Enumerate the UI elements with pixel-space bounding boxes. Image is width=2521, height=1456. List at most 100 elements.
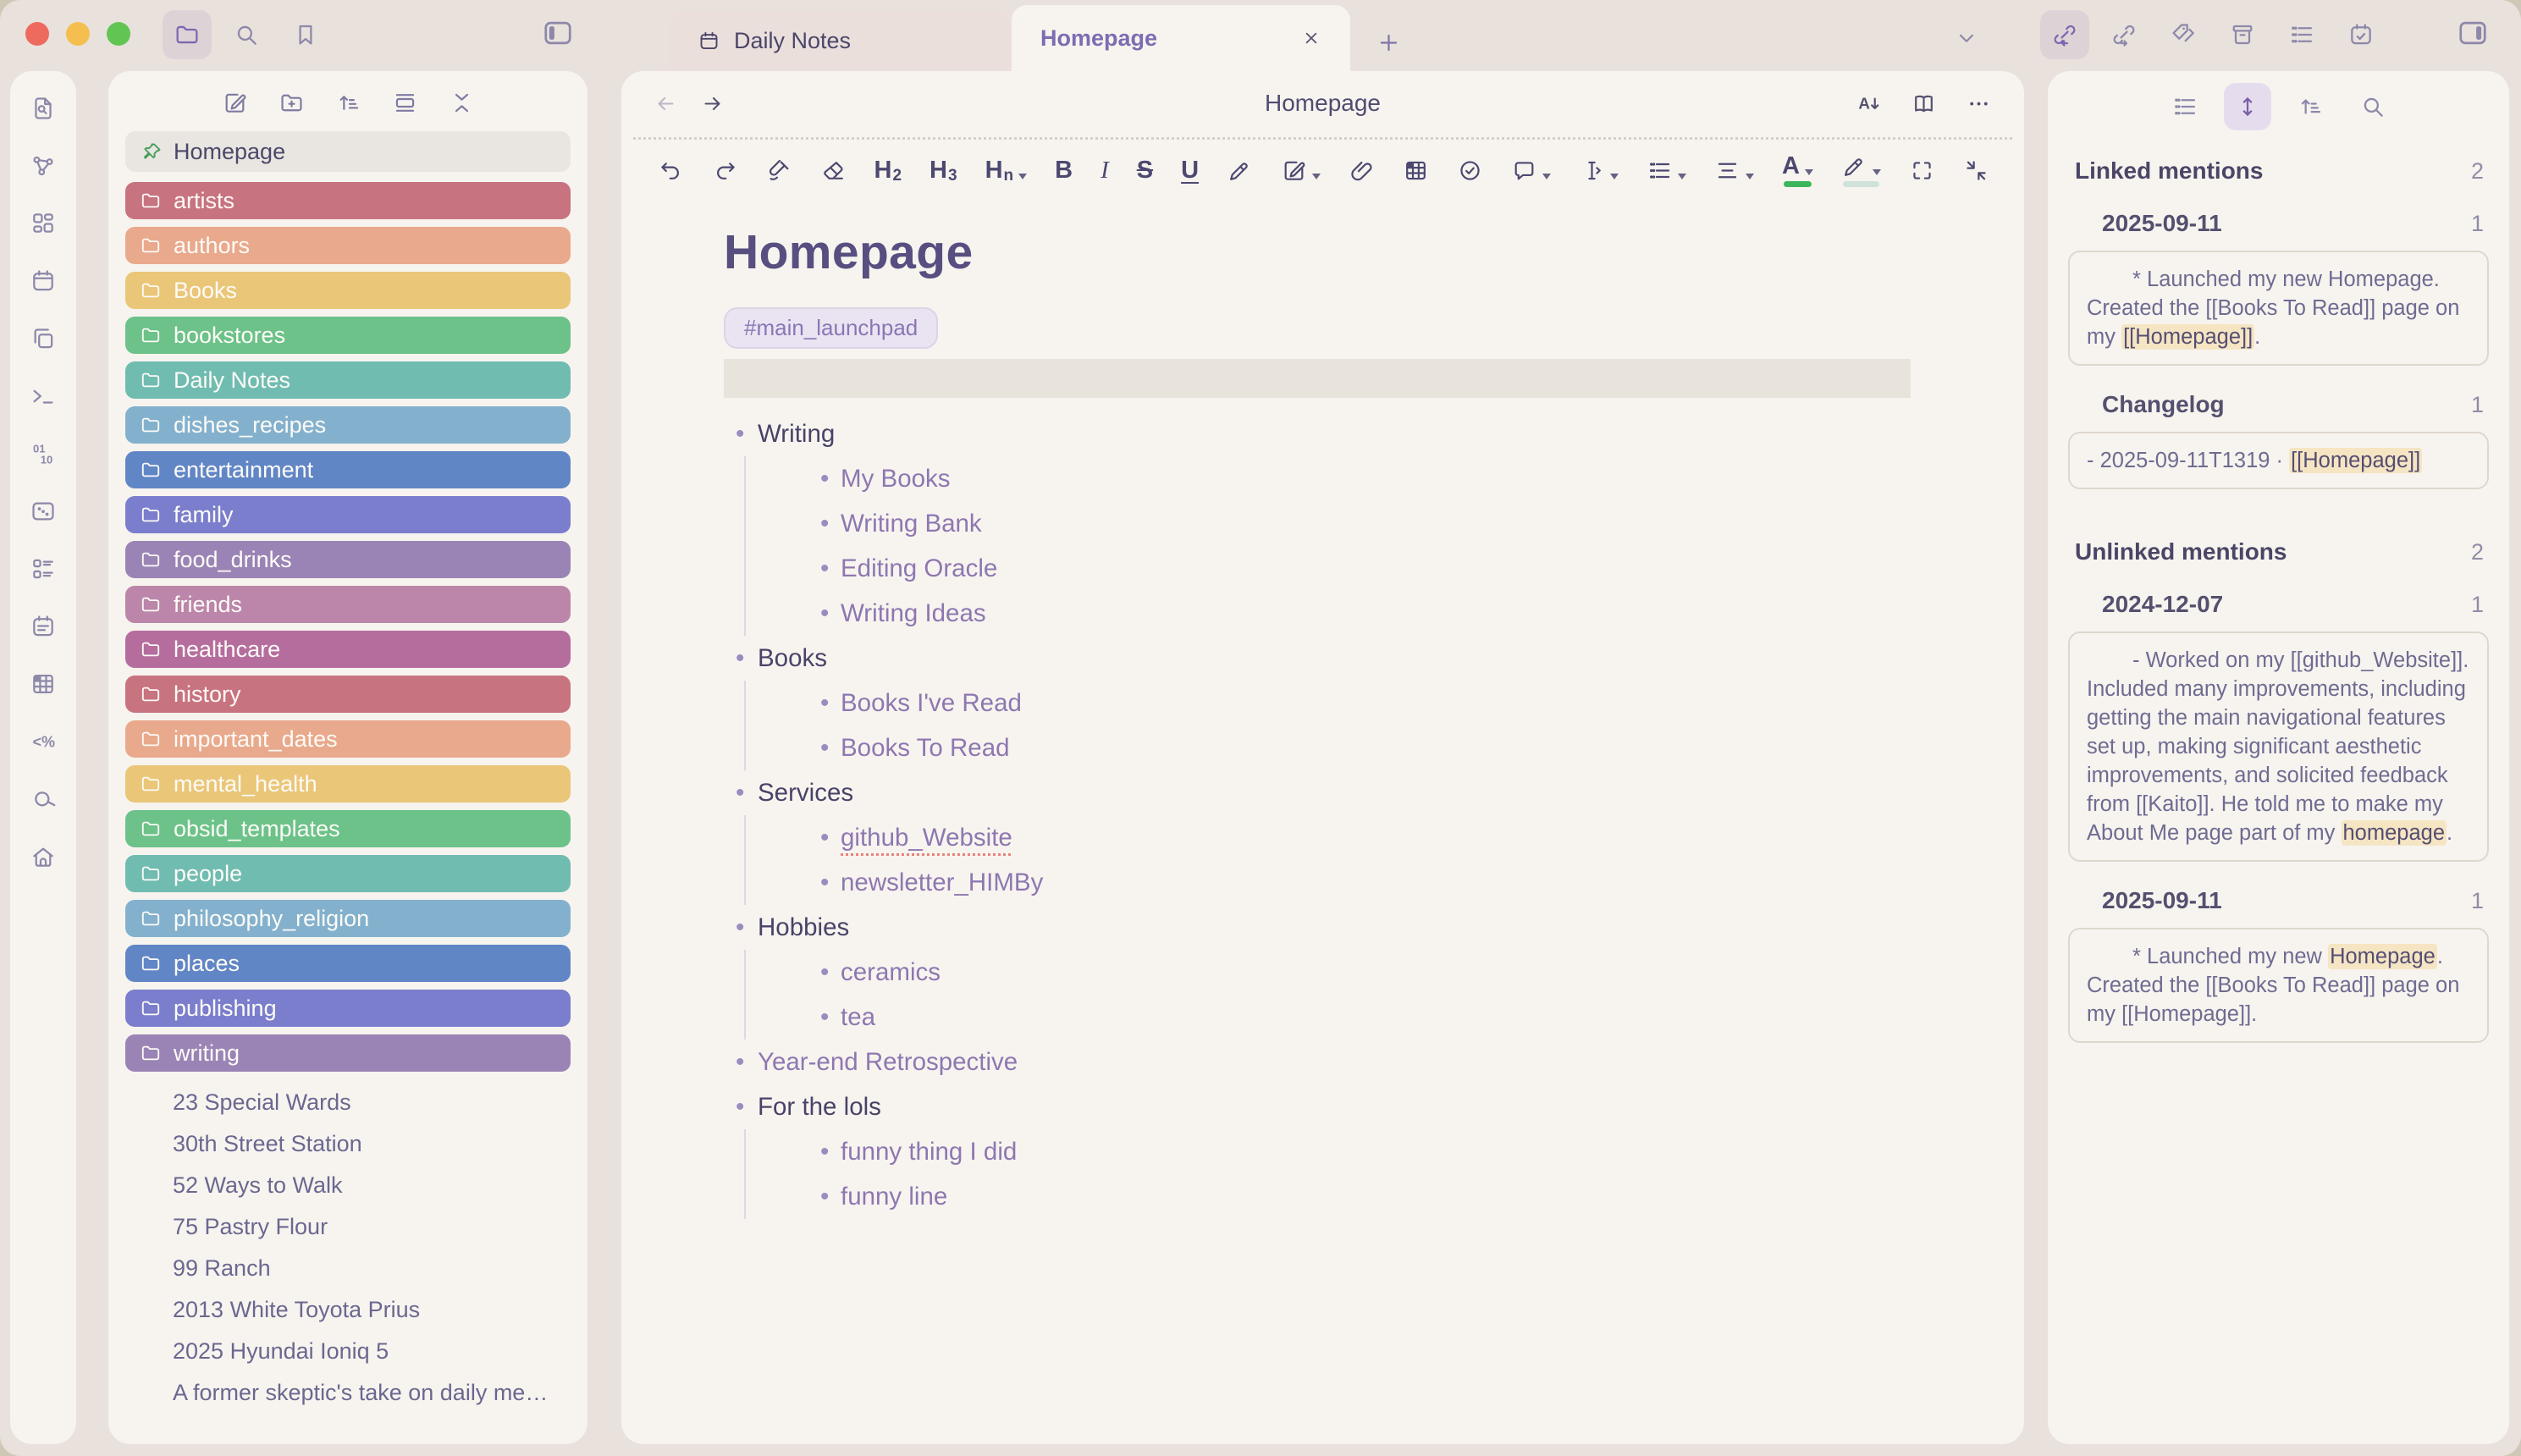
home-button[interactable]: [30, 843, 57, 870]
folder-publishing[interactable]: publishing: [125, 990, 571, 1027]
heading-n-button[interactable]: Hn: [971, 157, 1041, 184]
folder-important-dates[interactable]: important_dates: [125, 720, 571, 758]
note-link-year-end-retrospective[interactable]: Year-end Retrospective: [724, 1040, 1911, 1084]
note-link-funny-line[interactable]: funny line: [746, 1174, 1911, 1219]
heading-3-button[interactable]: H3: [916, 157, 972, 184]
file-23-special-wards[interactable]: 23 Special Wards: [125, 1082, 571, 1123]
text-transform-button[interactable]: [1565, 157, 1633, 184]
new-note-button[interactable]: [222, 90, 248, 116]
task-button[interactable]: [1443, 157, 1498, 184]
outline-button[interactable]: [2161, 83, 2209, 130]
insert-callout-button[interactable]: [1267, 157, 1335, 184]
bookmarks-button[interactable]: [281, 10, 330, 59]
sort-results-button[interactable]: [2287, 83, 2334, 130]
folder-food-drinks[interactable]: food_drinks: [125, 541, 571, 578]
note-link-writing-bank[interactable]: Writing Bank: [746, 501, 1911, 546]
duplicate-note-button[interactable]: [30, 325, 57, 352]
show-more-context-button[interactable]: [2223, 83, 2271, 130]
terminal-button[interactable]: [30, 383, 57, 410]
back-button[interactable]: [654, 91, 678, 116]
note-link-github-website[interactable]: github_Website: [746, 815, 1911, 860]
note-link-funny-thing-i-did[interactable]: funny thing I did: [746, 1129, 1911, 1174]
note-link-writing-ideas[interactable]: Writing Ideas: [746, 591, 1911, 636]
pinned-note-homepage[interactable]: Homepage: [125, 131, 571, 172]
folder-authors[interactable]: authors: [125, 227, 571, 264]
highlight-button[interactable]: [1213, 157, 1267, 184]
attachment-button[interactable]: [1335, 157, 1389, 184]
heading-2-button[interactable]: H2: [860, 157, 916, 184]
folder-books[interactable]: Books: [125, 272, 571, 309]
file-search-button[interactable]: [30, 95, 57, 122]
clear-format-button[interactable]: [806, 157, 860, 184]
forward-button[interactable]: [700, 91, 725, 116]
note-link-ceramics[interactable]: ceramics: [746, 950, 1911, 995]
list-format-button[interactable]: [1633, 157, 1701, 184]
selected-empty-block[interactable]: [724, 359, 1911, 398]
note-link-books-i-ve-read[interactable]: Books I've Read: [746, 681, 1911, 725]
folder-writing[interactable]: writing: [125, 1034, 571, 1072]
tab-homepage[interactable]: Homepage: [1012, 5, 1350, 71]
mention-card[interactable]: - Worked on my [[github_Website]]. Inclu…: [2068, 631, 2489, 862]
tag-main-launchpad[interactable]: #main_launchpad: [724, 307, 939, 349]
tab-list-chevron-button[interactable]: [1954, 25, 1979, 51]
folder-mental-health[interactable]: mental_health: [125, 765, 571, 802]
italic-button[interactable]: I: [1087, 157, 1123, 184]
outline-button[interactable]: [2277, 10, 2326, 59]
folder-entertainment[interactable]: entertainment: [125, 451, 571, 488]
daily-notes-button[interactable]: [30, 613, 57, 640]
folder-family[interactable]: family: [125, 496, 571, 533]
underline-button[interactable]: U: [1167, 157, 1213, 184]
note-link-editing-oracle[interactable]: Editing Oracle: [746, 546, 1911, 591]
zoom-window-button[interactable]: [107, 22, 130, 46]
text-color-button[interactable]: A: [1768, 153, 1828, 187]
close-window-button[interactable]: [25, 22, 49, 46]
calendar-button[interactable]: [30, 267, 57, 295]
collapse-all-button[interactable]: [449, 90, 475, 116]
note-link-books-to-read[interactable]: Books To Read: [746, 725, 1911, 770]
comment-button[interactable]: [1498, 157, 1565, 184]
toggle-right-sidebar-button[interactable]: [2457, 17, 2489, 49]
expand-all-button[interactable]: [392, 90, 418, 116]
new-tab-button[interactable]: [1376, 30, 1402, 56]
graph-view-button[interactable]: [30, 152, 57, 179]
folder-bookstores[interactable]: bookstores: [125, 317, 571, 354]
line-spacing-button[interactable]: [1701, 157, 1768, 184]
templates-button[interactable]: <%: [30, 728, 57, 755]
folder-people[interactable]: people: [125, 855, 571, 892]
card-board-button[interactable]: [30, 555, 57, 582]
more-options-button[interactable]: [1966, 91, 1992, 117]
bold-button[interactable]: B: [1041, 157, 1087, 184]
file-30th-street-station[interactable]: 30th Street Station: [125, 1123, 571, 1165]
file-52-ways-to-walk[interactable]: 52 Ways to Walk: [125, 1165, 571, 1206]
close-tab-button[interactable]: [1301, 28, 1321, 48]
insert-table-button[interactable]: [1389, 157, 1443, 184]
folder-artists[interactable]: artists: [125, 182, 571, 219]
folder-obsid-templates[interactable]: obsid_templates: [125, 810, 571, 847]
fold-button[interactable]: [1950, 157, 2004, 184]
fullscreen-button[interactable]: [1895, 157, 1950, 184]
outgoing-links-button[interactable]: [2099, 10, 2149, 59]
redo-button[interactable]: [698, 157, 752, 184]
tab-daily-notes[interactable]: Daily Notes: [669, 10, 1012, 71]
mention-group-2024-12-07[interactable]: 2024-12-07 1: [2068, 565, 2489, 631]
note-link-tea[interactable]: tea: [746, 995, 1911, 1040]
toggle-left-sidebar-button[interactable]: [542, 17, 574, 49]
sort-order-button[interactable]: [335, 90, 361, 116]
mention-card[interactable]: * Launched my new Homepage. Created the …: [2068, 251, 2489, 366]
tags-button[interactable]: [2159, 10, 2208, 59]
file-99-ranch[interactable]: 99 Ranch: [125, 1248, 571, 1289]
daily-note-button[interactable]: [2336, 10, 2386, 59]
folder-philosophy-religion[interactable]: philosophy_religion: [125, 900, 571, 937]
file-2025-hyundai-ioniq-5[interactable]: 2025 Hyundai Ioniq 5: [125, 1331, 571, 1372]
mention-group-2025-09-11[interactable]: 2025-09-11 1: [2068, 185, 2489, 251]
strikethrough-button[interactable]: S: [1123, 157, 1167, 184]
file-2013-white-toyota-prius[interactable]: 2013 White Toyota Prius: [125, 1289, 571, 1331]
file-a-former-skeptic-s-take-on-daily-me[interactable]: A former skeptic's take on daily me…: [125, 1372, 571, 1414]
folder-daily-notes[interactable]: Daily Notes: [125, 361, 571, 399]
random-note-button[interactable]: [30, 498, 57, 525]
new-folder-button[interactable]: [279, 90, 305, 116]
note-link-my-books[interactable]: My Books: [746, 456, 1911, 501]
reading-view-button[interactable]: [1911, 91, 1937, 117]
folder-history[interactable]: history: [125, 676, 571, 713]
binary-button[interactable]: 01 10: [30, 440, 57, 467]
